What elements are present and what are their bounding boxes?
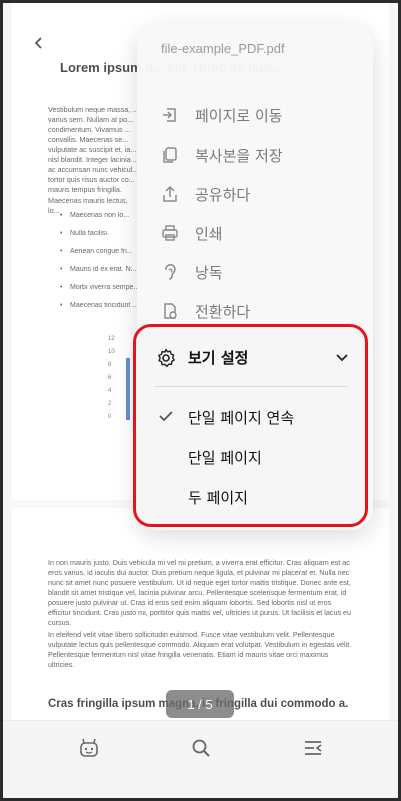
menu-item-label: 공유하다 <box>195 185 251 204</box>
menu-item-label: 페이지로 이동 <box>195 106 283 125</box>
view-settings-title: 보기 설정 <box>188 349 249 367</box>
view-settings-panel: 보기 설정 단일 페이지 연속 단일 페이지 두 페이지 <box>133 324 368 527</box>
file-name: file-example_PDF.pdf <box>161 41 285 56</box>
divider <box>154 386 348 387</box>
option-single-page[interactable]: 단일 페이지 <box>136 439 365 475</box>
menu-item-save-copy[interactable]: 복사본을 저장 <box>161 137 361 173</box>
checkmark-icon <box>159 411 173 422</box>
menu-item-label: 전환하다 <box>195 302 251 321</box>
goto-page-icon <box>161 106 179 124</box>
chevron-down-icon[interactable] <box>334 349 350 365</box>
view-settings-header[interactable]: 보기 설정 <box>136 335 365 381</box>
share-icon <box>161 185 179 203</box>
menu-item-read-aloud[interactable]: 낭독 <box>161 254 361 290</box>
menu-item-label: 낭독 <box>195 263 223 282</box>
print-icon <box>161 224 179 242</box>
option-two-pages[interactable]: 두 페이지 <box>136 479 365 515</box>
menu-item-label: 복사본을 저장 <box>195 146 283 165</box>
gear-icon <box>158 348 175 368</box>
menu-item-label: 인쇄 <box>195 224 223 243</box>
option-single-page-continuous[interactable]: 단일 페이지 연속 <box>136 399 365 435</box>
menu-item-share[interactable]: 공유하다 <box>161 176 361 212</box>
read-aloud-icon <box>161 263 179 281</box>
option-label: 두 페이지 <box>188 489 248 507</box>
menu-item-goto-page[interactable]: 페이지로 이동 <box>161 97 361 133</box>
menu-item-print[interactable]: 인쇄 <box>161 215 361 251</box>
convert-icon <box>161 302 179 320</box>
save-copy-icon <box>161 146 179 164</box>
option-label: 단일 페이지 <box>188 449 262 467</box>
option-label: 단일 페이지 연속 <box>188 409 295 427</box>
